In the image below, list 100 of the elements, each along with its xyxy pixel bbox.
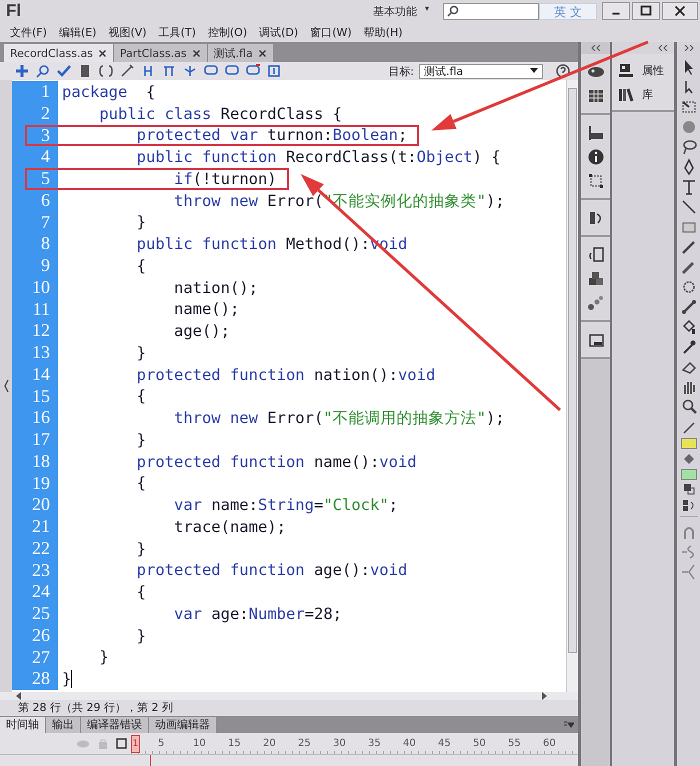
line-number: 21 (12, 516, 58, 538)
scroll-left-icon[interactable] (16, 692, 22, 700)
grid-icon[interactable] (586, 87, 604, 105)
color-swatch[interactable] (680, 438, 696, 449)
code-line: var age:Number=28; (172, 604, 342, 624)
menu-item[interactable]: 控制(O) (208, 24, 248, 40)
code-line: protected var turnon:Boolean; (136, 125, 408, 146)
frame-number: 10 (193, 738, 207, 749)
frame-number: 5 (158, 738, 166, 749)
line-number: 8 (12, 233, 58, 255)
line-number: 9 (12, 255, 58, 277)
help-icon[interactable] (556, 64, 570, 78)
code-line: nation(); (172, 278, 258, 298)
target-label: 目标: (388, 64, 414, 78)
panel-tab[interactable]: 输出 (46, 717, 80, 733)
code-line: } (98, 647, 109, 668)
panel-button[interactable]: 库 (618, 86, 670, 102)
file-tab[interactable]: 测试.fla (208, 44, 273, 62)
horizontal-scrollbar[interactable] (0, 692, 578, 700)
frame-number: 25 (298, 738, 312, 749)
menu-item[interactable]: 窗口(W) (310, 24, 352, 40)
panel-tab[interactable]: 时间轴 (0, 717, 45, 733)
code-line: protected function name():void (136, 452, 417, 472)
cubes-icon[interactable] (586, 270, 604, 288)
file-tab[interactable]: PartClass.as (114, 44, 207, 62)
frame-number: 40 (403, 738, 417, 749)
pencil-tool-icon[interactable] (680, 238, 698, 256)
menu-item[interactable]: 帮助(H) (364, 24, 403, 40)
frame-number: 35 (368, 738, 382, 749)
transform-icon[interactable] (586, 172, 604, 190)
collapse-icon[interactable] (590, 45, 600, 51)
line-number: 10 (12, 276, 58, 298)
scroll-thumb[interactable] (568, 88, 577, 653)
close-icon[interactable] (98, 48, 107, 58)
line-number: 26 (12, 624, 58, 646)
line-number: 23 (12, 560, 58, 582)
panel-tab[interactable]: 编译器错误 (81, 717, 148, 733)
frame-number: 50 (473, 738, 487, 749)
menu-item[interactable]: 编辑(E) (58, 24, 96, 40)
expand-icon[interactable] (684, 45, 694, 51)
line-number: 25 (12, 603, 58, 625)
search-field[interactable] (443, 2, 539, 20)
line-number: 24 (12, 581, 58, 603)
script-icon[interactable] (586, 246, 604, 264)
file-tab[interactable]: RecordClass.as (4, 44, 113, 62)
code-line: } (136, 430, 146, 450)
code-line: { (136, 473, 146, 494)
frame-number: 20 (263, 738, 277, 749)
line-tool-icon[interactable] (680, 198, 698, 216)
bracket-icon[interactable] (98, 63, 114, 79)
code-line: } (136, 212, 146, 232)
check-icon[interactable] (56, 63, 72, 79)
code-line: { (136, 582, 146, 602)
line-number: 14 (12, 364, 58, 386)
plus-icon[interactable] (14, 63, 30, 79)
info-icon[interactable] (586, 148, 604, 166)
scroll-right-icon[interactable] (542, 692, 548, 700)
panel-menu-icon[interactable] (564, 720, 574, 728)
maximize-icon[interactable] (632, 2, 660, 20)
color-swatch[interactable] (680, 469, 696, 480)
expand-icon[interactable] (266, 63, 282, 79)
frame-number: 45 (438, 738, 452, 749)
code-line: age(); (172, 321, 230, 342)
code-line: { (136, 386, 146, 406)
line-number: 18 (12, 450, 58, 472)
collapse-handle-icon[interactable] (4, 379, 8, 393)
target-dropdown[interactable]: 测试.fla (419, 64, 543, 78)
minimize-icon[interactable] (602, 2, 630, 20)
close-icon[interactable] (192, 48, 201, 58)
code-line: trace(name); (172, 516, 286, 537)
vertical-scrollbar[interactable] (566, 80, 578, 692)
zoom-tool-icon[interactable] (680, 398, 698, 416)
outline-icon[interactable] (116, 738, 127, 749)
dots-icon[interactable] (586, 294, 604, 312)
menu-item[interactable]: 调试(D) (259, 24, 298, 40)
collapse-icon[interactable] (658, 45, 668, 51)
search-icon (447, 5, 459, 17)
frame-number: 30 (333, 738, 347, 749)
panel-tab[interactable]: 动画编辑器 (149, 717, 216, 733)
line-number: 7 (12, 212, 58, 234)
code-line: var name:String="Clock"; (172, 495, 398, 516)
menu-item[interactable]: 文件(F) (10, 24, 47, 40)
frame-number: 60 (543, 738, 557, 749)
frame-number: 55 (508, 738, 522, 749)
line-number: 27 (12, 646, 58, 668)
menu-item[interactable]: 视图(V) (108, 24, 147, 40)
code-line: if(!turnon) (172, 168, 277, 189)
search-icon[interactable] (35, 63, 51, 79)
close-icon[interactable] (258, 48, 267, 58)
code-line: name(); (172, 299, 240, 320)
align-icon[interactable] (586, 124, 604, 142)
code-line: } (136, 626, 146, 646)
line-number: 16 (12, 407, 58, 429)
bone-tool-icon[interactable] (680, 298, 698, 316)
panel-button[interactable]: 属性 (618, 62, 670, 78)
line-number: 1 (12, 81, 58, 103)
workspace-menu[interactable]: 基本功能 ▾ (368, 4, 433, 18)
close-icon[interactable] (662, 2, 698, 20)
line-number: 11 (12, 298, 58, 320)
menu-item[interactable]: 工具(T) (158, 24, 196, 40)
